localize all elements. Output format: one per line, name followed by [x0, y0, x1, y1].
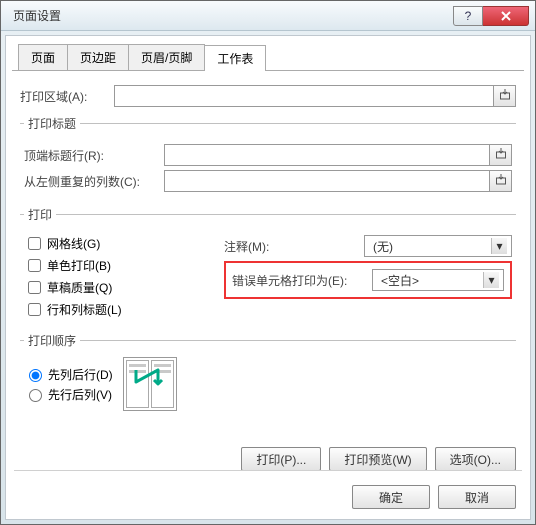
title-rows-range-picker[interactable] [490, 144, 512, 166]
print-area-input[interactable] [114, 85, 494, 107]
print-area-row: 打印区域(A): [20, 85, 516, 107]
window-title: 页面设置 [7, 7, 453, 24]
title-rows-input[interactable] [164, 144, 490, 166]
chevron-down-icon: ▾ [483, 272, 499, 288]
print-options-legend: 打印 [24, 206, 56, 223]
print-area-range-picker[interactable] [494, 85, 516, 107]
print-titles-group: 打印标题 顶端标题行(R): 从左侧重复的列数(C): [20, 115, 516, 198]
rowcolhdr-check[interactable]: 行和列标题(L) [24, 300, 224, 319]
print-options-group: 打印 网格线(G) 单色打印(B) 草稿质量(Q) [20, 206, 516, 324]
title-cols-range-picker[interactable] [490, 170, 512, 192]
tab-margins[interactable]: 页边距 [67, 44, 129, 70]
collapse-dialog-icon [495, 174, 507, 189]
down-over-radio[interactable] [29, 369, 42, 382]
footer-divider [14, 470, 522, 471]
options-button[interactable]: 选项(O)... [435, 447, 516, 471]
bw-checkbox[interactable] [28, 259, 41, 272]
cancel-button[interactable]: 取消 [438, 485, 516, 509]
errors-value: <空白> [377, 272, 419, 289]
title-rows-label: 顶端标题行(R): [24, 147, 164, 164]
print-button[interactable]: 打印(P)... [241, 447, 321, 471]
svg-text:?: ? [465, 10, 472, 22]
sheet-tab-content: 打印区域(A): 打印标题 顶端标题行(R): [12, 71, 524, 413]
errors-label: 错误单元格打印为(E): [232, 272, 372, 289]
title-bar[interactable]: 页面设置 ? [1, 1, 535, 31]
draft-checkbox[interactable] [28, 281, 41, 294]
tab-header-footer[interactable]: 页眉/页脚 [128, 44, 205, 70]
print-titles-legend: 打印标题 [24, 115, 80, 132]
collapse-dialog-icon [499, 89, 511, 104]
over-down-radio-row[interactable]: 先行后列(V) [24, 386, 113, 403]
comments-label: 注释(M): [224, 238, 364, 255]
errors-dropdown[interactable]: <空白> ▾ [372, 269, 504, 291]
gridlines-check[interactable]: 网格线(G) [24, 234, 224, 253]
gridlines-checkbox[interactable] [28, 237, 41, 250]
page-order-group: 打印顺序 先列后行(D) 先行后列(V) [20, 332, 516, 413]
errors-highlight-box: 错误单元格打印为(E): <空白> ▾ [224, 261, 512, 299]
over-down-radio[interactable] [29, 389, 42, 402]
ok-button[interactable]: 确定 [352, 485, 430, 509]
client-area: 页面 页边距 页眉/页脚 工作表 打印区域(A): 打印标题 顶端标题行(R): [5, 35, 531, 520]
close-button[interactable] [483, 6, 529, 26]
dialog-footer: 确定 取消 [352, 477, 516, 509]
chevron-down-icon: ▾ [491, 238, 507, 254]
draft-check[interactable]: 草稿质量(Q) [24, 278, 224, 297]
comments-value: (无) [369, 238, 393, 255]
bw-check[interactable]: 单色打印(B) [24, 256, 224, 275]
tab-strip: 页面 页边距 页眉/页脚 工作表 [12, 44, 524, 71]
action-button-bar: 打印(P)... 打印预览(W) 选项(O)... [241, 447, 516, 471]
page-order-preview-icon [123, 357, 177, 411]
print-area-label: 打印区域(A): [20, 88, 114, 105]
window-controls: ? [453, 6, 529, 26]
collapse-dialog-icon [495, 148, 507, 163]
help-button[interactable]: ? [453, 6, 483, 26]
page-order-legend: 打印顺序 [24, 332, 80, 349]
comments-dropdown[interactable]: (无) ▾ [364, 235, 512, 257]
rowcolhdr-checkbox[interactable] [28, 303, 41, 316]
title-cols-input[interactable] [164, 170, 490, 192]
title-cols-label: 从左侧重复的列数(C): [24, 173, 164, 190]
print-preview-button[interactable]: 打印预览(W) [329, 447, 426, 471]
page-setup-dialog: 页面设置 ? 页面 页边距 页眉/页脚 工作表 打印区域(A): [0, 0, 536, 525]
tab-page[interactable]: 页面 [18, 44, 68, 70]
tab-sheet[interactable]: 工作表 [204, 45, 266, 71]
down-over-radio-row[interactable]: 先列后行(D) [24, 366, 113, 383]
